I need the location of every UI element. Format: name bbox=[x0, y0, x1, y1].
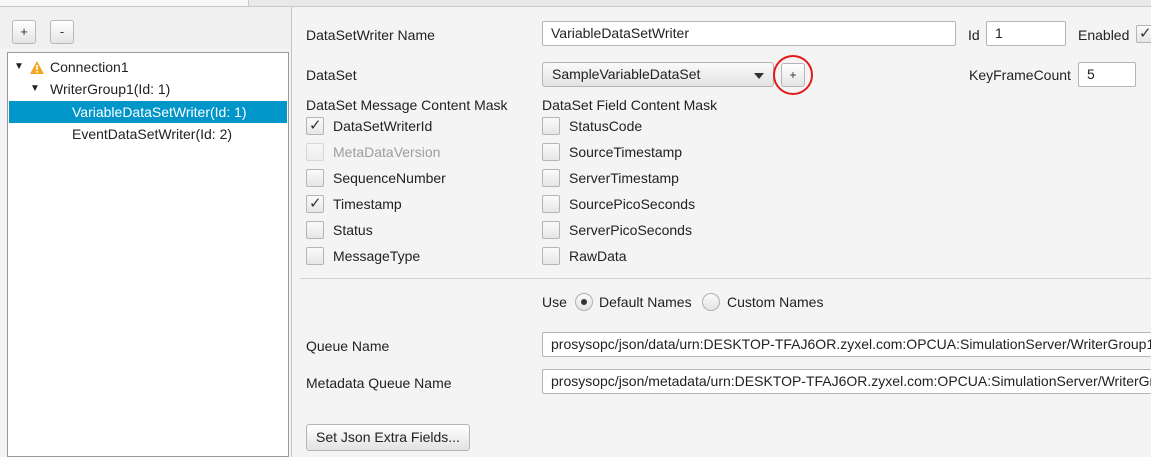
tree-item-writer-group[interactable]: ▼ WriterGroup1(Id: 1) bbox=[30, 78, 284, 100]
tree-item-variable-writer[interactable]: VariableDataSetWriter(Id: 1) bbox=[9, 101, 287, 123]
checkbox-label: SequenceNumber bbox=[333, 170, 446, 186]
writer-name-label: DataSetWriter Name bbox=[306, 27, 435, 43]
warning-icon bbox=[30, 61, 44, 74]
keyframe-count-label: KeyFrameCount bbox=[969, 67, 1071, 83]
enabled-label: Enabled bbox=[1078, 27, 1130, 43]
checkbox-label: ServerTimestamp bbox=[569, 170, 679, 186]
tree-item-event-writer[interactable]: EventDataSetWriter(Id: 2) bbox=[9, 123, 287, 145]
checkbox-servertimestamp[interactable] bbox=[542, 169, 560, 187]
checkbox-statuscode[interactable] bbox=[542, 117, 560, 135]
checkbox-datasetwriterid[interactable]: ✓ bbox=[306, 117, 324, 135]
tree-toolbar: + - bbox=[0, 7, 291, 49]
expand-arrow-icon[interactable]: ▼ bbox=[14, 56, 24, 78]
use-label: Use bbox=[542, 294, 567, 310]
checkbox-messagetype[interactable] bbox=[306, 247, 324, 265]
checkbox-serverpicoseconds[interactable] bbox=[542, 221, 560, 239]
writer-name-input[interactable]: VariableDataSetWriter bbox=[542, 21, 956, 46]
checkbox-label: MetaDataVersion bbox=[333, 144, 441, 160]
chevron-down-icon bbox=[754, 73, 764, 79]
dataset-combo-value: SampleVariableDataSet bbox=[552, 66, 701, 82]
writer-settings-panel: DataSetWriter Name VariableDataSetWriter… bbox=[292, 7, 1151, 457]
checkbox-label: Status bbox=[333, 222, 373, 238]
tree-item-label: EventDataSetWriter(Id: 2) bbox=[72, 126, 233, 142]
checkbox-label: StatusCode bbox=[569, 118, 643, 134]
checkbox-sourcepicoseconds[interactable] bbox=[542, 195, 560, 213]
checkbox-label: DataSetWriterId bbox=[333, 118, 433, 134]
dataset-label: DataSet bbox=[306, 67, 357, 83]
left-panel: + - ▼ Connection1 ▼ WriterGroup1(Id: 1) … bbox=[0, 7, 292, 457]
writer-tree: ▼ Connection1 ▼ WriterGroup1(Id: 1) Vari… bbox=[7, 52, 289, 457]
queue-name-input[interactable]: prosysopc/json/data/urn:DESKTOP-TFAJ6OR.… bbox=[542, 332, 1151, 357]
dataset-combo[interactable]: SampleVariableDataSet bbox=[542, 62, 774, 87]
id-label: Id bbox=[968, 27, 980, 43]
tree-item-label: WriterGroup1(Id: 1) bbox=[50, 81, 171, 97]
radio-label: Default Names bbox=[599, 294, 692, 310]
checkbox-label: SourcePicoSeconds bbox=[569, 196, 696, 212]
checkbox-sequencenumber[interactable] bbox=[306, 169, 324, 187]
checkbox-label: SourceTimestamp bbox=[569, 144, 683, 160]
checkbox-timestamp[interactable]: ✓ bbox=[306, 195, 324, 213]
radio-custom-names[interactable] bbox=[702, 293, 720, 311]
add-button[interactable]: + bbox=[12, 20, 36, 44]
tree-item-connection[interactable]: ▼ Connection1 bbox=[14, 56, 284, 78]
checkbox-label: MessageType bbox=[333, 248, 421, 264]
enabled-checkbox[interactable]: ✓ bbox=[1136, 25, 1151, 43]
tree-item-label: Connection1 bbox=[50, 59, 129, 75]
metadata-queue-input[interactable]: prosysopc/json/metadata/urn:DESKTOP-TFAJ… bbox=[542, 369, 1151, 394]
checkbox-metadataversion bbox=[306, 143, 324, 161]
set-json-extra-fields-button[interactable]: Set Json Extra Fields... bbox=[306, 424, 470, 451]
radio-label: Custom Names bbox=[727, 294, 824, 310]
field-mask-label: DataSet Field Content Mask bbox=[542, 97, 718, 113]
active-tab[interactable] bbox=[0, 0, 249, 6]
keyframe-count-input[interactable]: 5 bbox=[1078, 62, 1136, 87]
remove-button[interactable]: - bbox=[50, 20, 74, 44]
checkbox-sourcetimestamp[interactable] bbox=[542, 143, 560, 161]
id-input[interactable]: 1 bbox=[986, 21, 1066, 46]
checkbox-rawdata[interactable] bbox=[542, 247, 560, 265]
queue-name-label: Queue Name bbox=[306, 338, 390, 354]
checkbox-label: Timestamp bbox=[333, 196, 402, 212]
top-tab-strip bbox=[0, 0, 1151, 7]
checkbox-label: RawData bbox=[569, 248, 627, 264]
metadata-queue-label: Metadata Queue Name bbox=[306, 375, 452, 391]
message-mask-label: DataSet Message Content Mask bbox=[306, 97, 508, 113]
highlight-circle bbox=[773, 55, 813, 95]
tree-item-label: VariableDataSetWriter(Id: 1) bbox=[72, 104, 247, 120]
checkbox-status[interactable] bbox=[306, 221, 324, 239]
section-divider bbox=[300, 278, 1151, 279]
radio-default-names[interactable] bbox=[575, 293, 593, 311]
expand-arrow-icon[interactable]: ▼ bbox=[30, 78, 40, 100]
checkbox-label: ServerPicoSeconds bbox=[569, 222, 692, 238]
